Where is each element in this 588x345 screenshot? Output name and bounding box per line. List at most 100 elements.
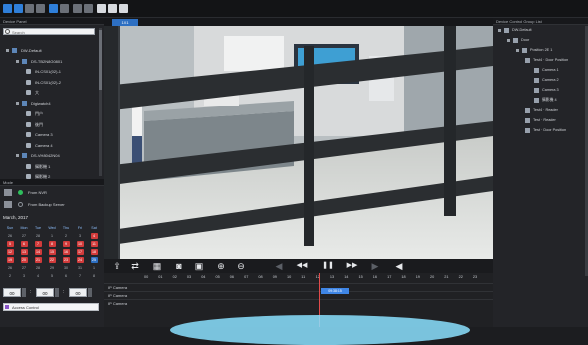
clip-icon[interactable]: ▣ [194, 261, 204, 271]
expand-toggle-icon[interactable] [498, 28, 501, 32]
calendar-day[interactable]: 28 [31, 232, 45, 240]
calendar-day[interactable]: 21 [31, 256, 45, 264]
user-icon[interactable] [108, 4, 117, 13]
zoom-out-icon[interactable]: ⊖ [236, 261, 246, 271]
mode-option-nvr[interactable]: From NVR [4, 188, 47, 197]
calendar-day[interactable]: 27 [17, 264, 31, 272]
calendar-day[interactable]: 30 [59, 264, 73, 272]
recording-segment[interactable]: 09:38:15 [321, 288, 349, 294]
control-tree-item[interactable]: Camera 2 [534, 76, 559, 84]
control-tree-item[interactable]: Position 2E 1 [516, 46, 552, 54]
lock-icon[interactable] [119, 4, 128, 13]
playback-icon[interactable] [49, 4, 58, 13]
calendar-day[interactable]: 16 [59, 248, 73, 256]
calendar-day[interactable]: 1 [45, 232, 59, 240]
calendar-day[interactable]: 12 [3, 248, 17, 256]
device-tree-item[interactable]: Camera 3 [26, 131, 53, 139]
pause-icon[interactable]: ❚❚ [320, 261, 336, 271]
sync-icon[interactable]: ⇄ [130, 261, 140, 271]
calendar-day[interactable]: 25 [87, 256, 101, 264]
minute-spinner[interactable] [55, 288, 59, 297]
calendar-day[interactable]: 7 [73, 272, 87, 280]
calendar-day[interactable]: 23 [59, 256, 73, 264]
calendar-day[interactable]: 2 [59, 232, 73, 240]
calendar-day[interactable]: 3 [17, 272, 31, 280]
expand-toggle-icon[interactable] [16, 154, 19, 158]
calendar-day[interactable]: 3 [73, 232, 87, 240]
calendar-day[interactable]: 31 [73, 264, 87, 272]
calendar-day[interactable]: 15 [45, 248, 59, 256]
calendar-day[interactable]: 10 [73, 240, 87, 248]
hour-spinner[interactable] [22, 288, 26, 297]
device-tree-item[interactable]: IN-CS01(02)-1 [26, 68, 61, 76]
calendar-day[interactable]: 20 [17, 256, 31, 264]
hour-field[interactable]: 00 [3, 288, 21, 297]
radio-nvr[interactable] [18, 190, 23, 196]
device-tree-item[interactable]: 大 [26, 89, 39, 97]
device-tree-item[interactable]: 攝影機 1 [26, 163, 50, 171]
control-tree-item[interactable]: Test4 · Reader [525, 106, 558, 114]
calendar-day[interactable]: 19 [3, 256, 17, 264]
control-tree-item[interactable]: Test4 · Door Position [525, 56, 568, 64]
calendar-day[interactable]: 7 [31, 240, 45, 248]
calendar-day[interactable]: 6 [17, 240, 31, 248]
calendar-day[interactable]: 29 [45, 264, 59, 272]
device-tree-item[interactable]: Digiwatch4 [16, 100, 51, 108]
control-tree-item[interactable]: Door [507, 36, 529, 44]
layout-3x3-icon[interactable] [25, 4, 34, 13]
calendar-day[interactable]: 27 [17, 232, 31, 240]
calendar-day[interactable]: 18 [87, 248, 101, 256]
control-tree-item[interactable]: Camera 3 [534, 86, 559, 94]
minute-field[interactable]: 00 [36, 288, 54, 297]
expand-toggle-icon[interactable] [6, 49, 9, 53]
calendar-day[interactable]: 26 [3, 264, 17, 272]
step-forward-icon[interactable]: ▶ [370, 261, 380, 271]
calendar-day[interactable]: 2 [3, 272, 17, 280]
snapshot-icon[interactable] [84, 4, 93, 13]
camera-snapshot-icon[interactable]: ◙ [174, 261, 184, 271]
calendar-day[interactable]: 24 [73, 256, 87, 264]
zoom-in-icon[interactable]: ⊕ [216, 261, 226, 271]
layout-2x2-icon[interactable] [14, 4, 23, 13]
calendar-day[interactable]: 8 [45, 240, 59, 248]
control-tree-item[interactable]: Camera 1 [534, 66, 559, 74]
timeline-lane[interactable]: IP Camera [104, 283, 493, 291]
device-tree-item[interactable]: DS-VH8042N04 [16, 152, 60, 160]
tab-1x1[interactable]: 1X1 [112, 19, 138, 26]
step-back-icon[interactable]: ◀ [274, 261, 284, 271]
rewind-icon[interactable]: ◀◀ [294, 261, 310, 271]
control-tree-item[interactable]: 攝影機 4 [534, 96, 557, 104]
calendar-day[interactable]: 9 [59, 240, 73, 248]
calendar-day[interactable]: 17 [73, 248, 87, 256]
calendar-icon[interactable]: ▦ [152, 261, 162, 271]
calendar-day[interactable]: 8 [87, 272, 101, 280]
radio-backup[interactable] [18, 202, 23, 208]
expand-toggle-icon[interactable] [507, 38, 510, 42]
control-tree-item[interactable]: Test · Door Position [525, 126, 566, 134]
timeline-lane[interactable]: IP Camera [104, 291, 493, 299]
close-all-icon[interactable] [60, 4, 69, 13]
control-tree-item[interactable]: DW-Default [498, 26, 532, 34]
volume-icon[interactable]: ◀ [394, 261, 404, 271]
device-tree-item[interactable]: 門户 [26, 110, 43, 118]
video-view[interactable] [104, 26, 493, 259]
export-icon[interactable]: ⇪ [112, 261, 122, 271]
layout-1x1-icon[interactable] [3, 4, 12, 13]
calendar-day[interactable]: 1 [87, 264, 101, 272]
access-control-field[interactable]: Access Control [3, 303, 99, 311]
mode-option-backup[interactable]: From Backup Server [4, 200, 65, 209]
calendar-day[interactable]: 5 [45, 272, 59, 280]
device-tree-item[interactable]: Camera 4 [26, 142, 53, 150]
expand-toggle-icon[interactable] [516, 48, 519, 52]
calendar-day[interactable]: 11 [87, 240, 101, 248]
second-field[interactable]: 00 [69, 288, 87, 297]
calendar-day[interactable]: 5 [3, 240, 17, 248]
calendar-day[interactable]: 4 [31, 272, 45, 280]
device-tree-item[interactable]: DS-TB2N8G0801 [16, 58, 62, 66]
fast-forward-icon[interactable]: ▶▶ [344, 261, 360, 271]
device-tree-item[interactable]: 後門 [26, 121, 43, 129]
zoom-icon[interactable] [73, 4, 82, 13]
settings-icon[interactable] [97, 4, 106, 13]
device-tree-item[interactable]: IN-CS01(02)-2 [26, 79, 61, 87]
device-tree-item[interactable]: DW-Default [6, 47, 42, 55]
